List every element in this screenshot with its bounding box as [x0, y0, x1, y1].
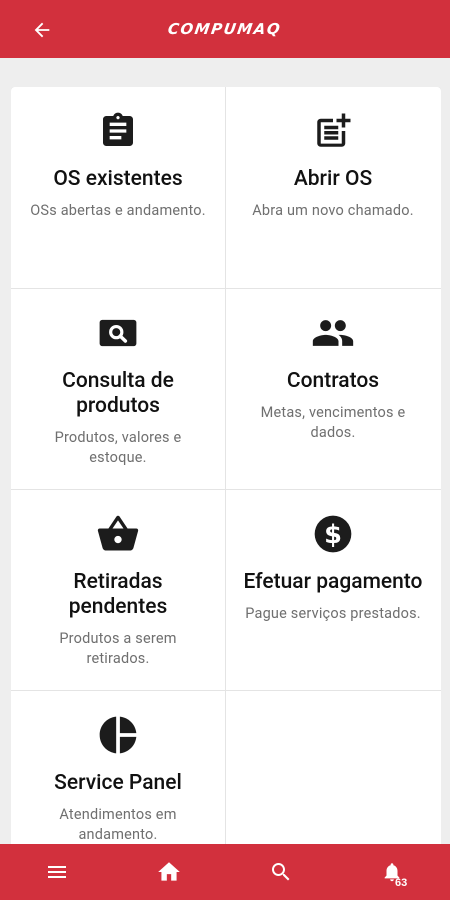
dollar-circle-icon: $	[311, 512, 355, 556]
tile-title: Abrir OS	[293, 167, 373, 191]
search-box-icon	[96, 311, 140, 355]
home-icon	[158, 862, 180, 881]
clipboard-icon	[96, 109, 140, 153]
notification-badge: 63	[395, 877, 408, 889]
menu-icon	[48, 866, 66, 878]
home-button[interactable]	[155, 858, 183, 886]
tile-consulta-produtos[interactable]: Consulta de produtos Produtos, valores e…	[11, 289, 225, 489]
arrow-left-icon	[34, 22, 50, 38]
note-add-icon	[311, 109, 355, 153]
tile-description: Pague serviços prestados.	[245, 605, 421, 622]
tile-title: OS existentes	[53, 167, 183, 191]
search-icon	[272, 863, 290, 881]
tile-title: Retiradas pendentes	[68, 570, 168, 619]
tile-title: Service Panel	[54, 771, 182, 795]
tile-title: Consulta de produtos	[62, 369, 174, 418]
svg-text:$: $	[324, 520, 342, 550]
tile-description: Produtos a serem retirados.	[59, 630, 177, 667]
tile-abrir-os[interactable]: Abrir OS Abra um novo chamado.	[226, 87, 440, 287]
tile-title: Contratos	[286, 369, 380, 393]
search-button[interactable]	[267, 858, 295, 886]
tile-title: Efetuar pagamento	[243, 570, 423, 594]
menu-grid: OS existentes OSs abertas e andamento. A…	[11, 87, 441, 844]
menu-card: OS existentes OSs abertas e andamento. A…	[11, 87, 441, 844]
bottom-navigation	[0, 844, 450, 900]
brand-logo: COMPUMAQ	[167, 20, 283, 38]
tile-os-existentes[interactable]: OS existentes OSs abertas e andamento.	[11, 87, 225, 287]
menu-button[interactable]	[43, 858, 71, 886]
tile-description: Abra um novo chamado.	[252, 202, 414, 219]
tile-contratos[interactable]: Contratos Metas, vencimentos e dados.	[226, 289, 440, 489]
tile-description: OSs abertas e andamento.	[30, 202, 206, 219]
tile-service-panel[interactable]: Service Panel Atendimentos em andamento.	[11, 691, 225, 844]
app-bar: COMPUMAQ	[0, 0, 450, 58]
tile-efetuar-pagamento[interactable]: $ Efetuar pagamento Pague serviços prest…	[226, 490, 440, 690]
back-button[interactable]	[28, 16, 56, 44]
pie-chart-icon	[96, 713, 140, 757]
tile-description: Atendimentos em andamento.	[59, 806, 177, 843]
tile-description: Produtos, valores e estoque.	[54, 429, 182, 466]
tile-description: Metas, vencimentos e dados.	[260, 404, 406, 441]
basket-icon	[96, 512, 140, 556]
people-icon	[311, 311, 355, 355]
tile-retiradas-pendentes[interactable]: Retiradas pendentes Produtos a serem ret…	[11, 490, 225, 690]
